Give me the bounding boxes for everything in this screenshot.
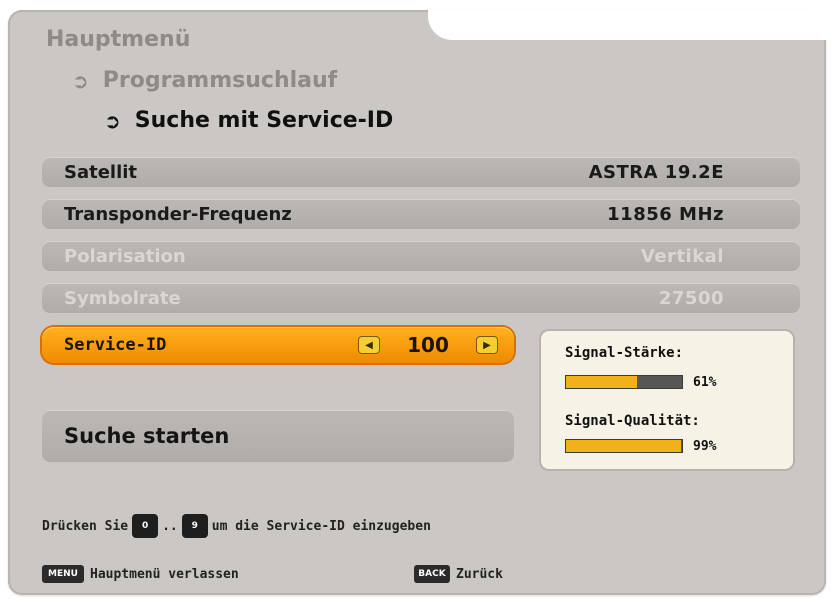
footer-menu-hint: MENU Hauptmenü verlassen — [42, 565, 239, 583]
numeric-key-0-icon: 0 — [132, 514, 159, 538]
service-id-value: 100 — [407, 333, 449, 357]
row-value: 11856 MHz — [607, 203, 724, 225]
signal-quality-value: 99% — [693, 439, 717, 454]
row-value: Vertikal — [640, 245, 724, 267]
row-label: Polarisation — [64, 245, 186, 267]
row-symbolrate: Symbolrate 27500 — [42, 283, 800, 313]
panel-tab-notch — [428, 10, 830, 40]
footer-menu-label: Hauptmenü verlassen — [90, 566, 239, 582]
breadcrumb-main: Hauptmenü — [46, 27, 191, 52]
signal-panel: Signal-Stärke: 61% Signal-Qualität: 99% — [541, 331, 793, 469]
hint-between: .. — [162, 518, 178, 534]
service-id-label: Service-ID — [64, 335, 167, 355]
breadcrumb-level1: ➲ Programmsuchlauf — [72, 68, 337, 93]
row-value: ASTRA 19.2E — [588, 161, 724, 183]
hint-prefix: Drücken Sie — [42, 518, 129, 534]
signal-quality-label: Signal-Qualität: — [565, 413, 700, 429]
signal-strength-value: 61% — [693, 375, 717, 390]
breadcrumb-level1-label: Programmsuchlauf — [102, 68, 338, 93]
input-hint: Drücken Sie 0 .. 9 um die Service-ID ein… — [42, 514, 431, 538]
signal-strength-label: Signal-Stärke: — [565, 345, 684, 361]
arrow-left-icon[interactable]: ◀ — [358, 336, 380, 354]
signal-strength-fill — [566, 376, 637, 388]
return-arrow-icon: ➲ — [104, 108, 121, 133]
return-arrow-icon: ➲ — [72, 68, 89, 93]
row-label: Transponder-Frequenz — [64, 203, 292, 225]
page-title: ➲ Suche mit Service-ID — [104, 108, 393, 133]
row-polarisation: Polarisation Vertikal — [42, 241, 800, 271]
signal-quality-fill — [566, 440, 681, 452]
row-transponder-frequenz[interactable]: Transponder-Frequenz 11856 MHz — [42, 199, 800, 229]
start-search-button[interactable]: Suche starten — [42, 410, 514, 462]
numeric-key-9-icon: 9 — [181, 514, 208, 538]
row-label: Symbolrate — [64, 287, 181, 309]
footer-back-hint: BACK Zurück — [414, 565, 503, 583]
row-value: 27500 — [658, 287, 724, 309]
signal-quality-bar — [565, 439, 683, 453]
screen: Hauptmenü ➲ Programmsuchlauf ➲ Suche mit… — [0, 0, 834, 603]
back-key-icon: BACK — [414, 565, 450, 583]
footer-back-label: Zurück — [456, 566, 503, 582]
start-search-label: Suche starten — [64, 424, 230, 448]
hint-suffix: um die Service-ID einzugeben — [211, 518, 431, 534]
page-title-label: Suche mit Service-ID — [134, 108, 394, 133]
row-label: Satellit — [64, 161, 138, 183]
menu-key-icon: MENU — [42, 565, 84, 583]
row-satellit[interactable]: Satellit ASTRA 19.2E — [42, 157, 800, 187]
signal-strength-bar — [565, 375, 683, 389]
arrow-right-icon[interactable]: ▶ — [476, 336, 498, 354]
service-id-row[interactable]: Service-ID ◀ 100 ▶ — [42, 327, 514, 363]
